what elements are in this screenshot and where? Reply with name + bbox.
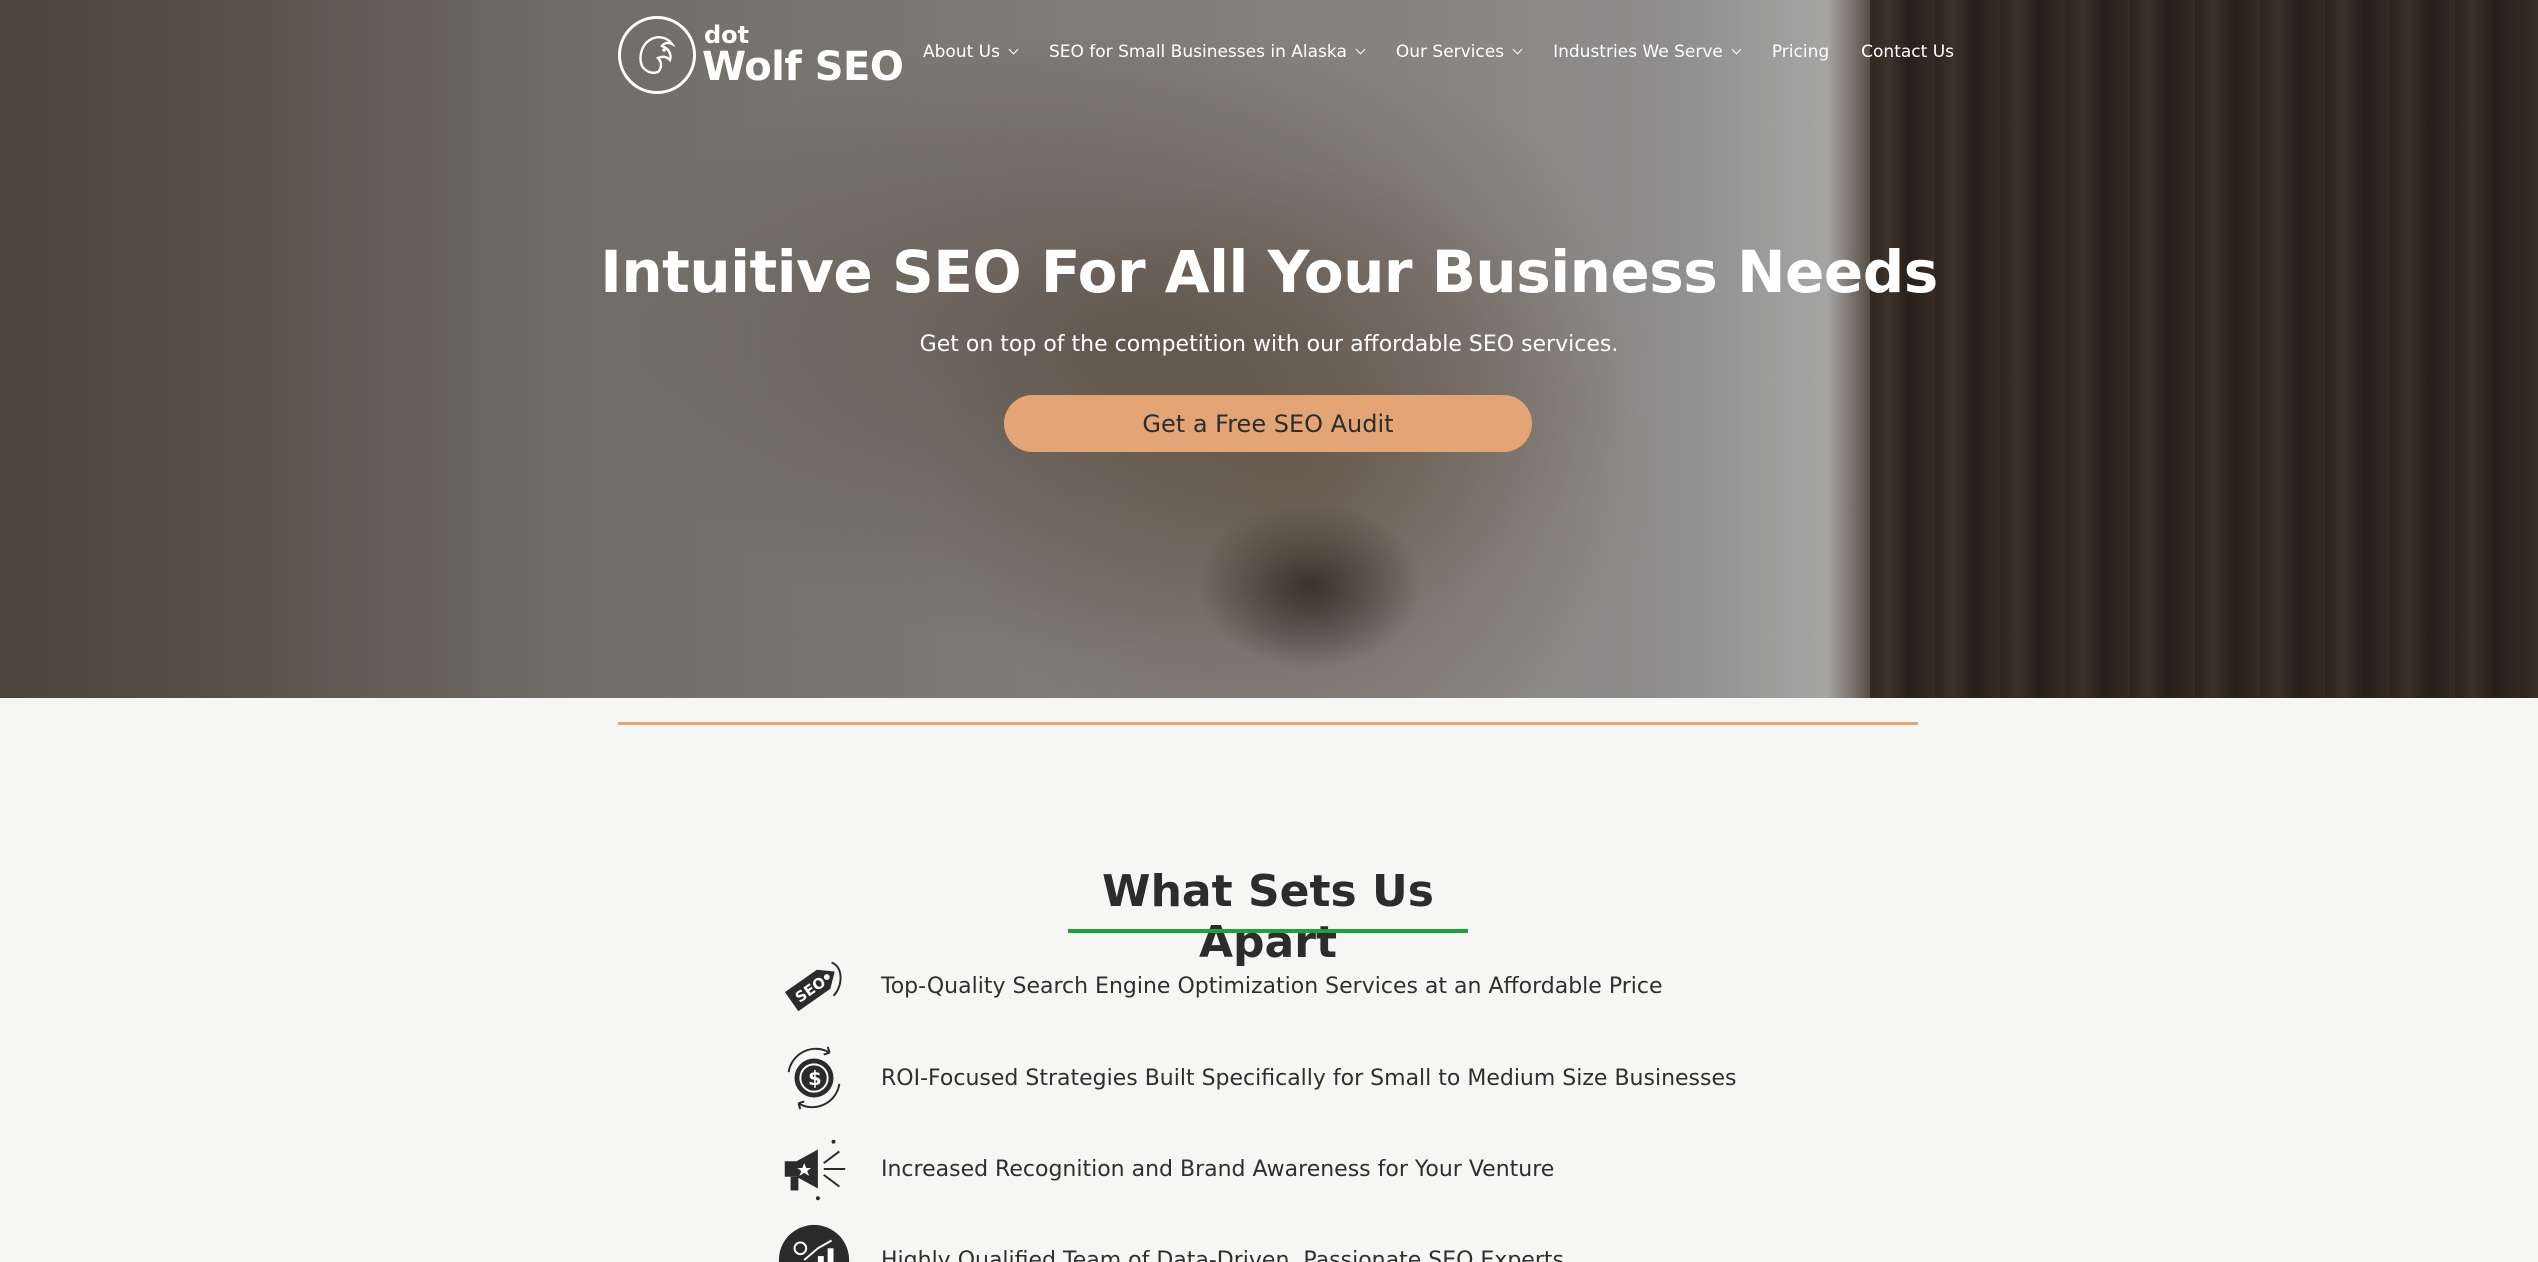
feature-text: Highly Qualified Team of Data-Driven, Pa… — [881, 1247, 1564, 1262]
feature-text: ROI-Focused Strategies Built Specificall… — [881, 1065, 1737, 1091]
nav-contact-us[interactable]: Contact Us — [1861, 42, 1954, 62]
feature-text: Increased Recognition and Brand Awarenes… — [881, 1156, 1555, 1182]
svg-text:$: $ — [808, 1067, 822, 1090]
feature-item: Increased Recognition and Brand Awarenes… — [775, 1130, 1554, 1208]
chevron-down-icon — [1008, 44, 1019, 55]
hero-section: dot Wolf SEO About Us SEO for Small Busi… — [0, 0, 2538, 698]
seo-tag-icon: SEO — [775, 947, 853, 1025]
growth-chart-icon — [775, 1221, 853, 1262]
wolf-logo-icon — [618, 16, 696, 94]
feature-item: Highly Qualified Team of Data-Driven, Pa… — [775, 1221, 1564, 1262]
site-logo[interactable]: dot Wolf SEO — [618, 16, 904, 94]
dollar-cycle-icon: $ — [775, 1039, 853, 1117]
chevron-down-icon — [1731, 44, 1742, 55]
section-divider — [618, 722, 1918, 725]
main-navigation: About Us SEO for Small Businesses in Ala… — [923, 42, 1954, 62]
feature-item: SEO Top-Quality Search Engine Optimizati… — [775, 947, 1663, 1025]
free-seo-audit-button[interactable]: Get a Free SEO Audit — [1004, 395, 1532, 452]
chevron-down-icon — [1355, 44, 1366, 55]
logo-name-text: Wolf SEO — [702, 44, 904, 90]
hero-title: Intuitive SEO For All Your Business Need… — [600, 238, 1938, 306]
nav-seo-alaska[interactable]: SEO for Small Businesses in Alaska — [1049, 42, 1366, 62]
megaphone-icon — [775, 1130, 853, 1208]
nav-our-services[interactable]: Our Services — [1396, 42, 1523, 62]
heading-underline — [1068, 929, 1468, 933]
nav-about-us[interactable]: About Us — [923, 42, 1019, 62]
chevron-down-icon — [1512, 44, 1523, 55]
feature-text: Top-Quality Search Engine Optimization S… — [881, 973, 1663, 999]
feature-item: $ ROI-Focused Strategies Built Specifica… — [775, 1039, 1736, 1117]
nav-pricing[interactable]: Pricing — [1772, 42, 1829, 62]
nav-industries[interactable]: Industries We Serve — [1553, 42, 1742, 62]
hero-subtitle: Get on top of the competition with our a… — [919, 332, 1619, 357]
